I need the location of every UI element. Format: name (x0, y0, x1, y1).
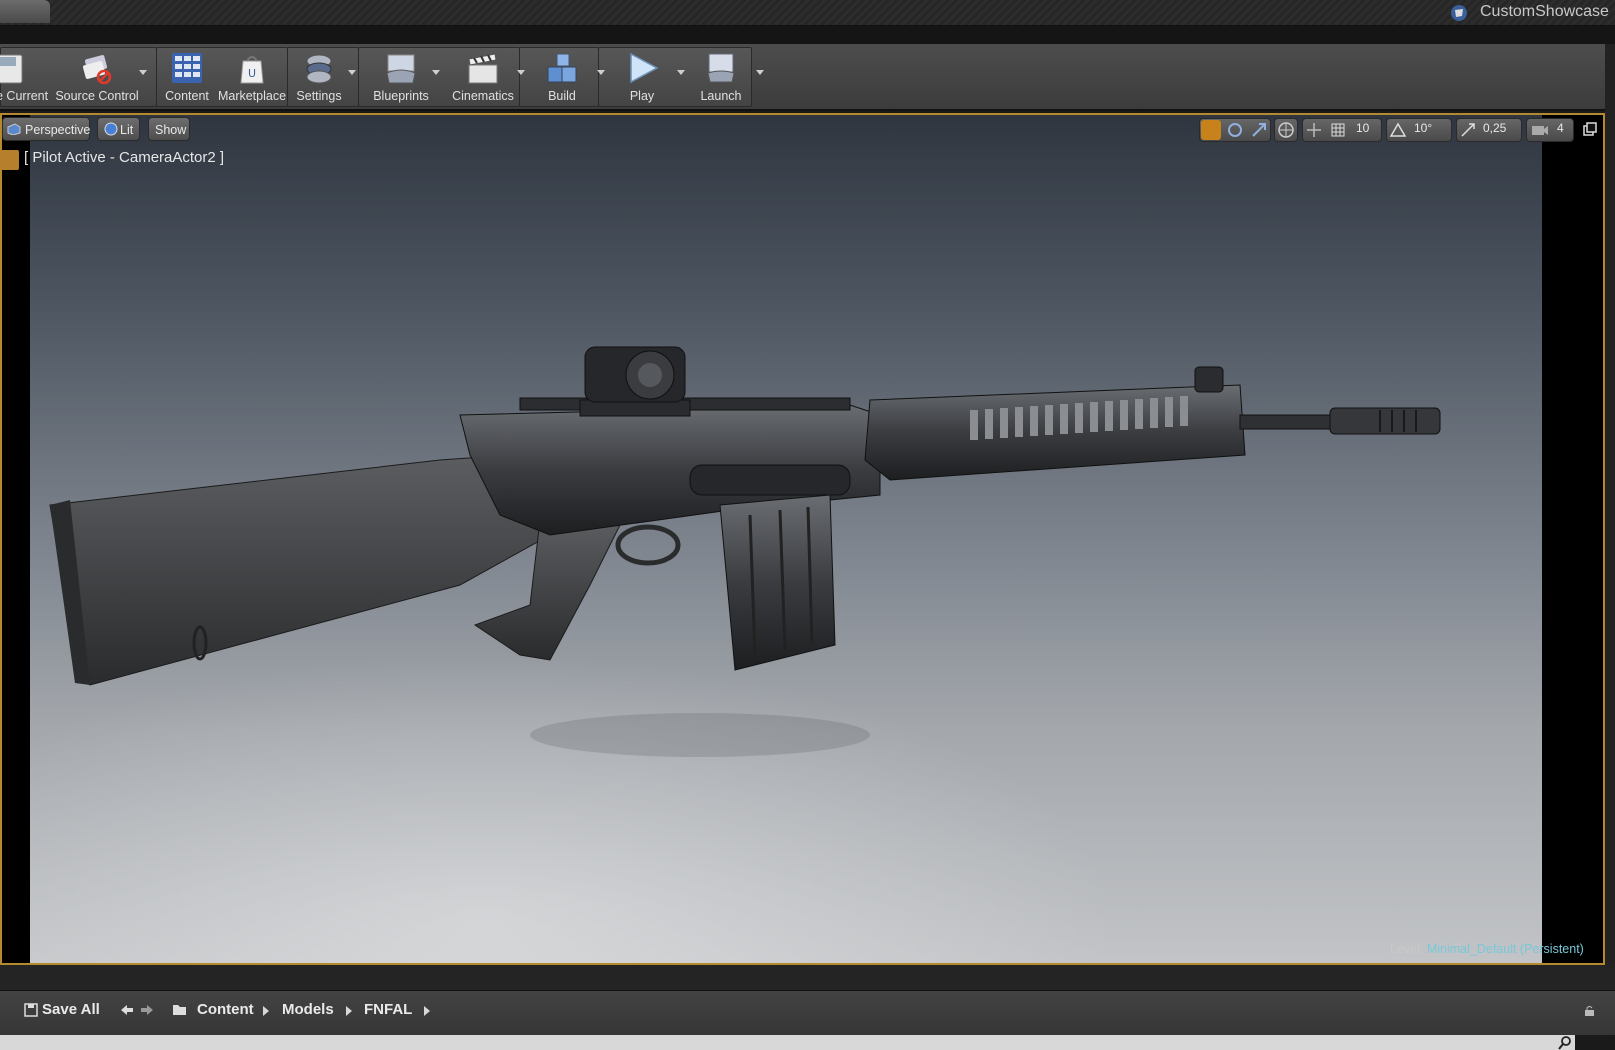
unreal-engine-icon (1451, 5, 1467, 21)
build-dropdown-icon[interactable] (597, 70, 605, 75)
save-all-button[interactable]: Save All (42, 1001, 100, 1018)
history-back-icon[interactable] (120, 1004, 134, 1016)
marketplace-bag-icon: U (240, 56, 264, 84)
project-name: CustomShowcase (1480, 3, 1609, 20)
scale-snap-icon[interactable] (1458, 120, 1478, 140)
search-icon[interactable] (1558, 1036, 1572, 1050)
viewport-scene[interactable] (30, 115, 1542, 963)
source-control-icon (82, 55, 112, 85)
lock-icon[interactable] (1583, 1005, 1597, 1017)
launch-button[interactable]: Launch (690, 48, 752, 104)
world-space-icon[interactable] (1276, 120, 1296, 140)
maximize-viewport-icon[interactable] (1580, 120, 1600, 140)
save-all-icon (24, 1003, 38, 1017)
content-browser-tab-strip (0, 965, 1615, 990)
breadcrumb-chevron-icon[interactable] (263, 1006, 269, 1016)
grid-snap-icon[interactable] (1328, 120, 1348, 140)
show-flags-button[interactable]: Show (148, 117, 190, 141)
rotation-snap-icon[interactable] (1388, 120, 1408, 140)
content-search-bar[interactable] (0, 1035, 1575, 1050)
svg-text:U: U (248, 67, 256, 80)
breadcrumb-chevron-icon[interactable] (346, 1006, 352, 1016)
blueprints-dropdown-icon[interactable] (432, 70, 440, 75)
rotation-snap-value[interactable]: 10° (1414, 121, 1432, 135)
breadcrumb-models[interactable]: Models (282, 1001, 334, 1018)
folder-open-icon (173, 1005, 186, 1015)
side-panel-edge (1605, 44, 1615, 965)
scale-mode-icon[interactable] (1249, 120, 1269, 140)
scale-snap-value[interactable]: 0,25 (1483, 121, 1506, 135)
build-blocks-icon (547, 53, 577, 83)
launch-monitor-icon (707, 53, 735, 83)
settings-button[interactable]: Settings (291, 48, 347, 104)
camera-speed-icon[interactable] (1529, 120, 1549, 140)
breadcrumb-fnfal[interactable]: FNFAL (364, 1001, 412, 1018)
content-grid-icon (172, 53, 202, 83)
cinematics-dropdown-icon[interactable] (517, 70, 525, 75)
tab-strip (0, 26, 1615, 44)
launch-dropdown-icon[interactable] (756, 70, 764, 75)
source-control-dropdown-icon[interactable] (139, 70, 147, 75)
play-icon (630, 52, 659, 84)
breadcrumb-content[interactable]: Content (197, 1001, 254, 1018)
pilot-active-label: [ Pilot Active - CameraActor2 ] (24, 149, 225, 166)
cinematics-button[interactable]: Cinematics (446, 48, 520, 104)
play-button[interactable]: Play (612, 48, 672, 104)
build-button[interactable]: Build (531, 48, 593, 104)
rifle-model (49, 346, 1441, 757)
history-forward-icon[interactable] (140, 1004, 154, 1016)
level-indicator: Level: Minimal_Default (Persistent) (1390, 942, 1584, 956)
settings-gears-icon (306, 54, 332, 84)
breadcrumb-chevron-icon[interactable] (424, 1006, 430, 1016)
settings-dropdown-icon[interactable] (348, 70, 356, 75)
window-tab[interactable] (0, 0, 50, 23)
perspective-cube-icon (7, 123, 21, 135)
play-dropdown-icon[interactable] (677, 70, 685, 75)
camera-speed-value[interactable]: 4 (1557, 121, 1564, 135)
marketplace-button[interactable]: U Marketplace (216, 48, 288, 104)
content-button[interactable]: Content (160, 48, 214, 104)
rotate-mode-icon[interactable] (1225, 120, 1245, 140)
translate-mode-icon[interactable] (1201, 120, 1221, 140)
title-bar: CustomShowcase (0, 0, 1615, 26)
blueprints-button[interactable]: Blueprints (368, 48, 434, 104)
surface-snap-icon[interactable] (1304, 120, 1324, 140)
blueprints-gamepad-icon (386, 54, 416, 84)
level-name: Minimal_Default (Persistent) (1426, 942, 1584, 956)
pilot-camera-icon[interactable] (0, 150, 19, 170)
lit-sphere-icon (104, 122, 118, 136)
save-current-button[interactable]: e Current (0, 48, 48, 104)
source-control-button[interactable]: Source Control (52, 48, 142, 104)
clapperboard-icon (468, 53, 498, 84)
grid-snap-value[interactable]: 10 (1356, 121, 1369, 135)
save-icon (0, 54, 23, 84)
